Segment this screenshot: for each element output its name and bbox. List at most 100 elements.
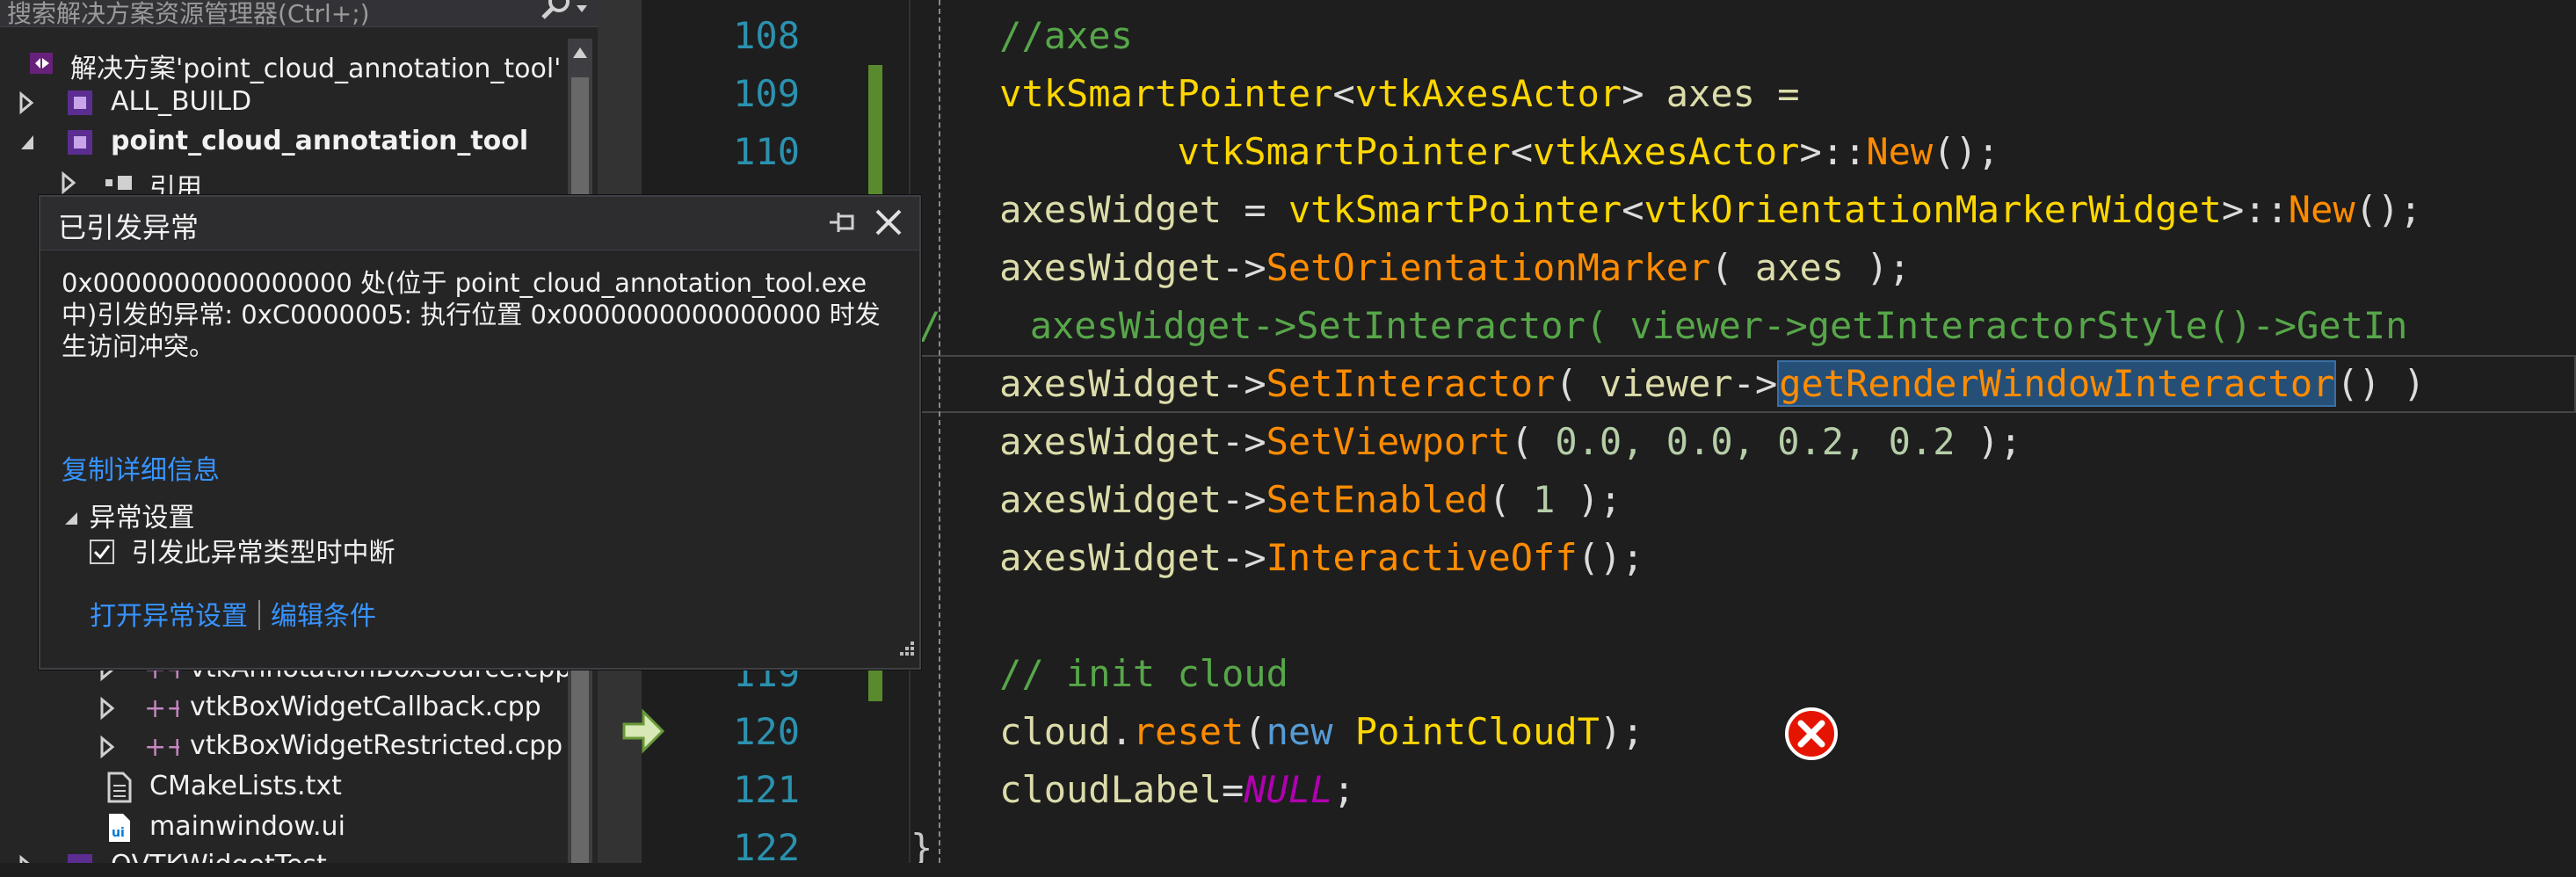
type-name: vtkSmartPointer bbox=[999, 72, 1333, 115]
arguments: 0.0, 0.0, 0.2, 0.2 bbox=[1533, 420, 1977, 463]
closing-brace: } bbox=[911, 826, 933, 863]
cpp-file-icon: ++ bbox=[144, 692, 188, 731]
variable: axesWidget bbox=[999, 246, 1223, 289]
selected-identifier[interactable]: getRenderWindowInteractor bbox=[1777, 360, 2337, 407]
function-name: SetInteractor bbox=[1266, 362, 1556, 405]
code-line: cloud.reset(new PointCloudT); bbox=[999, 710, 1644, 753]
expand-arrow-icon[interactable] bbox=[18, 91, 35, 122]
function-name: SetOrientationMarker bbox=[1266, 246, 1711, 289]
expand-arrow-icon[interactable] bbox=[98, 735, 116, 766]
code-line: axesWidget->SetViewport( 0.0, 0.0, 0.2, … bbox=[999, 420, 2022, 463]
code-line: cloudLabel=NULL; bbox=[999, 768, 1355, 811]
pin-icon[interactable] bbox=[828, 209, 858, 239]
declaration: axes = bbox=[1644, 72, 1800, 115]
line-number: 121 bbox=[733, 768, 800, 811]
code-line: axesWidget = vtkSmartPointer<vtkOrientat… bbox=[999, 188, 2422, 231]
line-number: 108 bbox=[733, 14, 800, 57]
keyword: new bbox=[1266, 710, 1333, 753]
search-icon[interactable] bbox=[538, 0, 591, 23]
scroll-up-icon[interactable] bbox=[571, 44, 589, 65]
exception-popup: 已引发异常 0x0000000000000000 处(位于 point_clou… bbox=[39, 195, 921, 670]
resize-grip-icon[interactable] bbox=[893, 638, 916, 664]
collapse-arrow-icon[interactable] bbox=[18, 130, 37, 162]
variable: axesWidget bbox=[999, 188, 1223, 231]
tree-item-label: vtkBoxWidgetRestricted.cpp bbox=[190, 730, 563, 761]
svg-text:++: ++ bbox=[144, 732, 179, 763]
code-line: } bbox=[911, 819, 2576, 863]
tree-item-label: point_cloud_annotation_tool bbox=[111, 126, 529, 156]
popup-header: 已引发异常 bbox=[40, 197, 919, 250]
close-icon[interactable] bbox=[874, 207, 903, 241]
tree-item-cpp-file[interactable]: ++ vtkBoxWidgetRestricted.cpp bbox=[0, 728, 571, 766]
tree-item-all-build[interactable]: ALL_BUILD bbox=[0, 83, 571, 122]
expand-arrow-icon[interactable] bbox=[18, 854, 35, 863]
variable: axesWidget bbox=[999, 362, 1223, 405]
type-name: vtkSmartPointer bbox=[1288, 188, 1622, 231]
search-box[interactable]: 搜索解决方案资源管理器(Ctrl+;) bbox=[0, 0, 598, 28]
type-name: PointCloudT bbox=[1354, 710, 1600, 753]
svg-text:++: ++ bbox=[144, 693, 179, 724]
copy-details-link[interactable]: 复制详细信息 bbox=[62, 448, 220, 487]
function-name: SetEnabled bbox=[1266, 478, 1489, 521]
code-line: axesWidget->InteractiveOff(); bbox=[999, 536, 1644, 579]
tree-item-label: QVTKWidgetTest bbox=[111, 850, 327, 863]
popup-links: 打开异常设置 编辑条件 bbox=[90, 594, 376, 633]
type-name: vtkOrientationMarkerWidget bbox=[1644, 188, 2222, 231]
popup-title: 已引发异常 bbox=[58, 211, 200, 244]
text-file-icon bbox=[105, 772, 134, 810]
function-name: reset bbox=[1132, 710, 1244, 753]
message-line: 中)引发的异常: 0xC0000005: 执行位置 0x000000000000… bbox=[62, 300, 881, 330]
tree-item-solution[interactable]: 解决方案'point_cloud_annotation_tool' ( bbox=[0, 44, 580, 84]
code-line: // init cloud bbox=[911, 645, 2576, 703]
checkmark-icon bbox=[93, 545, 111, 560]
fold-guide-line bbox=[939, 0, 940, 863]
tree-item-project[interactable]: QVTKWidgetTest bbox=[0, 847, 571, 863]
type-name: vtkSmartPointer bbox=[1177, 130, 1511, 173]
code-line: vtkSmartPointer<vtkAxesActor> axes = bbox=[999, 72, 1800, 115]
break-on-exception-checkbox[interactable]: 引发此异常类型时中断 bbox=[90, 531, 395, 569]
line-number: 110 bbox=[733, 130, 800, 173]
type-name: vtkAxesActor bbox=[1354, 72, 1622, 115]
open-exception-settings-link[interactable]: 打开异常设置 bbox=[90, 601, 248, 632]
edit-conditions-link[interactable]: 编辑条件 bbox=[271, 601, 376, 632]
collapse-arrow-icon bbox=[65, 512, 77, 525]
tree-item-label: 解决方案'point_cloud_annotation_tool' ( bbox=[70, 54, 580, 84]
tree-item-cpp-file[interactable]: ++ vtkBoxWidgetCallback.cpp bbox=[0, 689, 571, 728]
exception-message: 0x0000000000000000 处(位于 point_cloud_anno… bbox=[62, 267, 896, 362]
macro: NULL bbox=[1244, 768, 1333, 811]
type-name: vtkAxesActor bbox=[1533, 130, 1800, 173]
link-separator bbox=[258, 600, 260, 630]
comment: //axes bbox=[999, 14, 1133, 57]
function-name: SetViewport bbox=[1266, 420, 1511, 463]
argument: axes bbox=[1732, 246, 1867, 289]
checkbox-box[interactable] bbox=[90, 540, 114, 564]
tree-item-text-file[interactable]: CMakeLists.txt bbox=[0, 768, 571, 807]
argument: 1 bbox=[1510, 478, 1578, 521]
code-line: vtkSmartPointer<vtkAxesActor>::New(); bbox=[1177, 130, 2000, 173]
variable: cloud bbox=[999, 710, 1111, 753]
function-name: InteractiveOff bbox=[1266, 536, 1578, 579]
exception-settings-toggle[interactable]: 异常设置 bbox=[62, 496, 195, 534]
line-number: 109 bbox=[733, 72, 800, 115]
code-line: axesWidget->SetEnabled( 1 ); bbox=[999, 478, 1622, 521]
error-icon[interactable] bbox=[1784, 707, 1839, 765]
search-placeholder: 搜索解决方案资源管理器(Ctrl+;) bbox=[7, 0, 370, 28]
tree-item-point-cloud-annotation-tool[interactable]: point_cloud_annotation_tool bbox=[0, 123, 571, 162]
function-name: New bbox=[1866, 130, 1934, 173]
tree-item-ui-file[interactable]: ui mainwindow.ui bbox=[0, 808, 571, 847]
settings-header-label: 异常设置 bbox=[89, 503, 195, 533]
code-editor[interactable]: //axes vtkSmartPointer<vtkAxesActor> axe… bbox=[911, 0, 2576, 863]
variable: axesWidget bbox=[999, 536, 1223, 579]
commented-code-line: // axesWidget->SetInteractor( viewer->ge… bbox=[911, 304, 2408, 347]
tree-item-label: CMakeLists.txt bbox=[149, 771, 342, 801]
project-icon bbox=[65, 851, 97, 863]
function-name: New bbox=[2288, 188, 2355, 231]
code-line: //axes bbox=[911, 7, 2576, 65]
svg-text:ui: ui bbox=[112, 826, 125, 840]
tree-item-label: mainwindow.ui bbox=[149, 811, 345, 842]
cpp-file-icon: ++ bbox=[144, 731, 188, 770]
tree-item-label: ALL_BUILD bbox=[111, 86, 252, 117]
argument: viewer bbox=[1577, 362, 1733, 405]
variable: cloudLabel bbox=[999, 768, 1223, 811]
expand-arrow-icon[interactable] bbox=[98, 696, 116, 728]
